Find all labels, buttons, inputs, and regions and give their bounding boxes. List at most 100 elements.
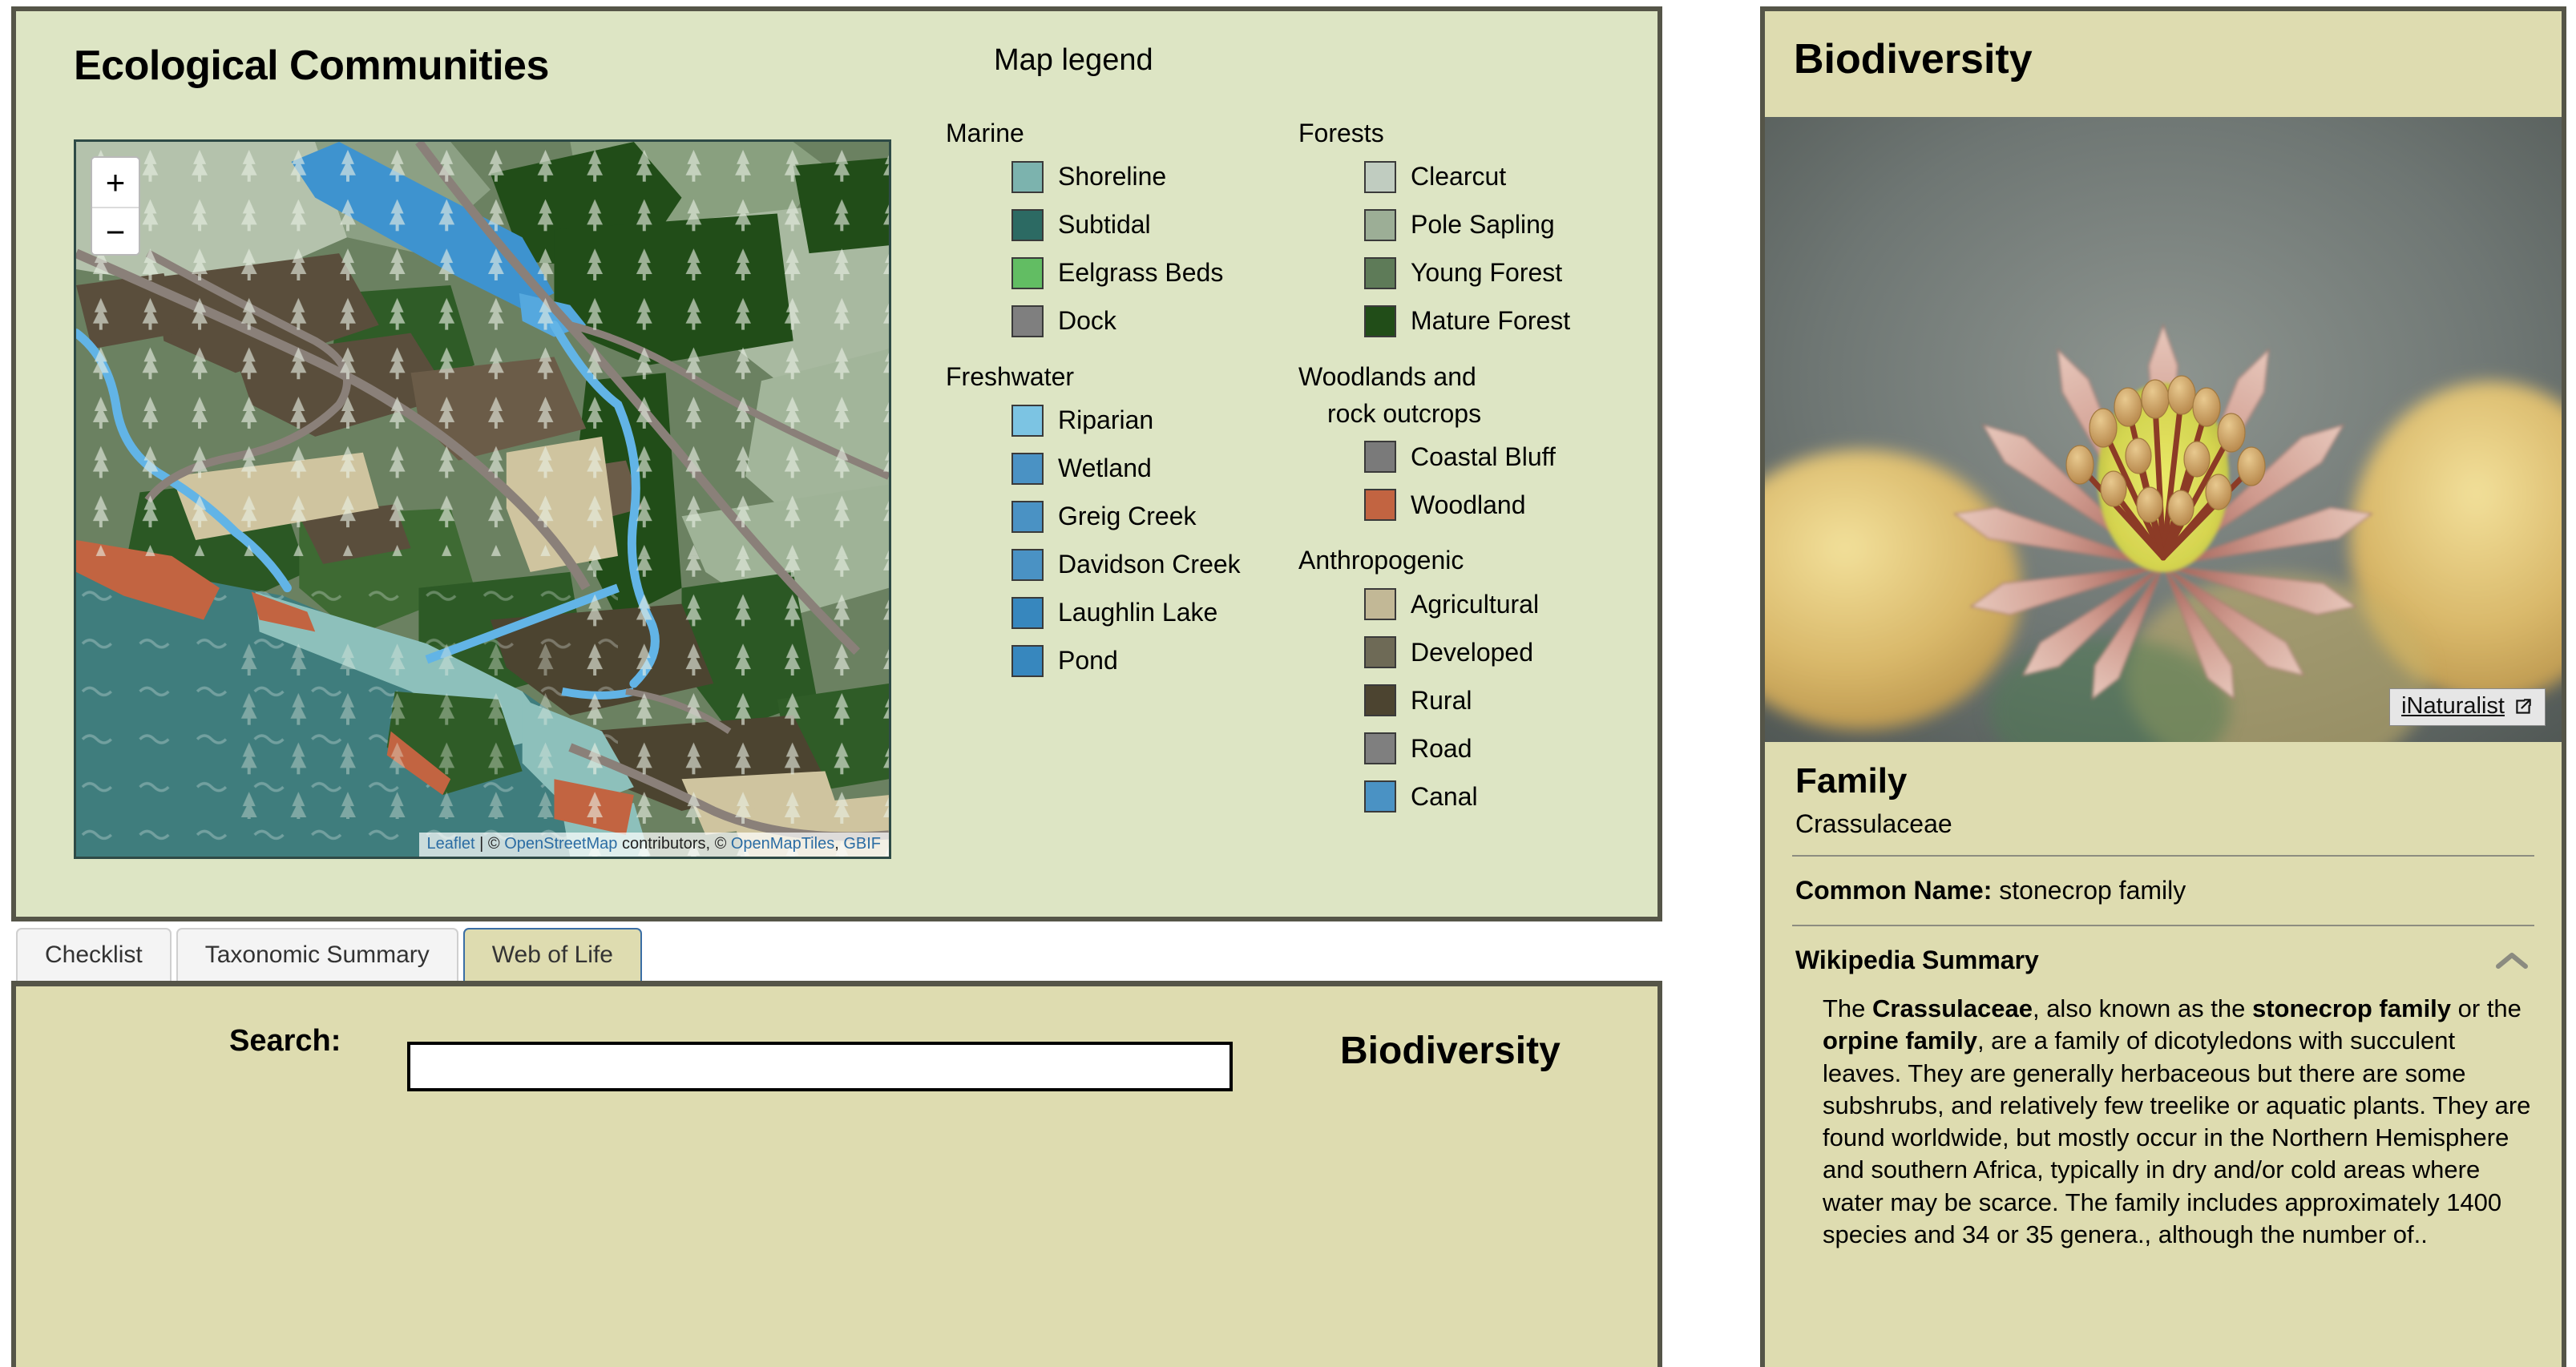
wiki-b3: orpine family [1823,1026,1977,1055]
legend-item-shoreline[interactable]: Shoreline [1011,156,1298,198]
legend-swatch [1364,160,1396,193]
legend-group-title: Anthropogenic [1298,546,1464,575]
leaflet-link[interactable]: Leaflet [427,835,475,853]
legend-item-eelgrass-beds[interactable]: Eelgrass Beds [1011,252,1298,294]
legend-swatch [1011,404,1044,437]
legend-item-label: Pond [1058,646,1118,675]
legend-item-label: Mature Forest [1411,306,1571,336]
legend-group-marine: Marine Shoreline Subtidal Eelgrass Beds … [946,119,1298,342]
legend-item-canal[interactable]: Canal [1364,776,1651,817]
wikipedia-summary-header[interactable]: Wikipedia Summary [1792,926,2534,990]
inaturalist-link[interactable]: iNaturalist [2389,688,2546,726]
legend-item-subtidal[interactable]: Subtidal [1011,204,1298,246]
legend-item-clearcut[interactable]: Clearcut [1364,156,1651,198]
legend-swatch [1011,160,1044,193]
legend-item-label: Laughlin Lake [1058,598,1218,627]
legend-item-road[interactable]: Road [1364,728,1651,769]
wiki-p2: , also known as the [2032,994,2252,1022]
gbif-link[interactable]: GBIF [843,835,881,853]
legend-group-title: Marine [946,119,1024,147]
legend-group-woodlands: Woodlands and rock outcrops Coastal Bluf… [1298,361,1651,526]
map-legend-title: Map legend [994,43,1153,77]
wiki-p4: , are a family of dicotyledons with succ… [1823,1026,2531,1249]
legend-item-pond[interactable]: Pond [1011,640,1298,682]
legend-item-laughlin-lake[interactable]: Laughlin Lake [1011,592,1298,634]
biodiversity-details: Family Crassulaceae Common Name: stonecr… [1765,761,2562,1251]
leaflet-map[interactable]: + − Leaflet | © OpenStreetMap contributo… [74,139,891,859]
map-canvas [76,142,889,857]
legend-columns: Marine Shoreline Subtidal Eelgrass Beds … [946,119,1651,838]
legend-group-title-line1: Woodlands and [1298,361,1476,391]
legend-item-label: Davidson Creek [1058,550,1241,579]
legend-item-developed[interactable]: Developed [1364,631,1651,673]
legend-item-label: Wetland [1058,454,1152,483]
tab-checklist[interactable]: Checklist [16,928,172,981]
zoom-out-button[interactable]: − [92,207,139,254]
family-name: Crassulaceae [1795,809,1952,838]
left-column: Ecological Communities + − Leaflet | © O… [0,0,1670,1367]
legend-item-agricultural[interactable]: Agricultural [1364,583,1651,625]
search-label: Search: [229,1024,341,1058]
tab-web-of-life[interactable]: Web of Life [462,928,642,981]
legend-swatch [1364,684,1396,717]
legend-item-young-forest[interactable]: Young Forest [1364,252,1651,294]
legend-item-label: Shoreline [1058,162,1167,192]
tab-bar: Checklist Taxonomic Summary Web of Life [16,928,647,981]
legend-swatch [1011,304,1044,337]
common-name-value: stonecrop family [1999,876,2186,905]
legend-swatch [1364,208,1396,241]
inaturalist-link-label: iNaturalist [2401,693,2505,719]
attrib-copy2: © [714,835,731,853]
zoom-in-button[interactable]: + [92,158,139,207]
legend-item-label: Agricultural [1411,589,1540,619]
legend-item-davidson-creek[interactable]: Davidson Creek [1011,544,1298,586]
legend-swatch [1011,500,1044,533]
wikipedia-summary-text: The Crassulaceae, also known as the ston… [1792,990,2534,1251]
tab-taxonomic-summary[interactable]: Taxonomic Summary [176,928,458,981]
legend-item-label: Riparian [1058,405,1154,435]
biodiversity-title: Biodiversity [1794,36,2033,83]
legend-item-label: Rural [1411,685,1472,715]
legend-item-label: Subtidal [1058,210,1151,240]
legend-group-anthropogenic: Anthropogenic Agricultural Developed Rur… [1298,546,1651,817]
legend-group-freshwater: Freshwater Riparian Wetland Greig Creek … [946,361,1298,682]
legend-swatch [1364,588,1396,621]
legend-swatch [1364,489,1396,522]
legend-swatch [1011,596,1044,629]
legend-swatch [1364,732,1396,765]
legend-group-title: Freshwater [946,361,1075,391]
map-zoom-control[interactable]: + − [91,156,140,256]
chevron-up-icon[interactable] [2494,950,2530,972]
openstreetmap-link[interactable]: OpenStreetMap [504,835,617,853]
legend-item-riparian[interactable]: Riparian [1011,400,1298,442]
legend-item-coastal-bluff[interactable]: Coastal Bluff [1364,436,1651,478]
species-photo-image [1765,117,2562,742]
search-input[interactable] [407,1042,1233,1091]
family-heading: Family [1795,761,1908,800]
legend-swatch [1364,441,1396,474]
wiki-b2: stonecrop family [2251,994,2452,1022]
attrib-comma: , [834,835,844,853]
wikipedia-summary-label: Wikipedia Summary [1795,946,2039,974]
legend-swatch [1011,644,1044,677]
legend-item-label: Road [1411,733,1472,763]
legend-item-woodland[interactable]: Woodland [1364,484,1651,526]
map-legend: Map legend Marine Shoreline Subtidal Eel… [946,43,1651,838]
legend-item-label: Pole Sapling [1411,210,1555,240]
species-photo: iNaturalist [1765,117,2562,742]
legend-group-forests: Forests Clearcut Pole Sapling Young Fore… [1298,119,1651,342]
web-of-life-heading: Biodiversity [1340,1030,1561,1072]
legend-item-rural[interactable]: Rural [1364,679,1651,721]
biodiversity-panel: Biodiversity iNaturalist Family Crassula… [1760,6,2566,1367]
common-name-label: Common Name: [1795,876,1993,905]
legend-item-label: Canal [1411,781,1478,811]
openmaptiles-link[interactable]: OpenMapTiles [731,835,834,853]
legend-item-pole-sapling[interactable]: Pole Sapling [1364,204,1651,246]
legend-item-label: Coastal Bluff [1411,442,1556,471]
legend-item-greig-creek[interactable]: Greig Creek [1011,496,1298,538]
legend-item-dock[interactable]: Dock [1011,300,1298,342]
legend-swatch [1011,208,1044,241]
legend-item-mature-forest[interactable]: Mature Forest [1364,300,1651,342]
legend-item-wetland[interactable]: Wetland [1011,448,1298,490]
legend-group-title: Forests [1298,119,1384,147]
